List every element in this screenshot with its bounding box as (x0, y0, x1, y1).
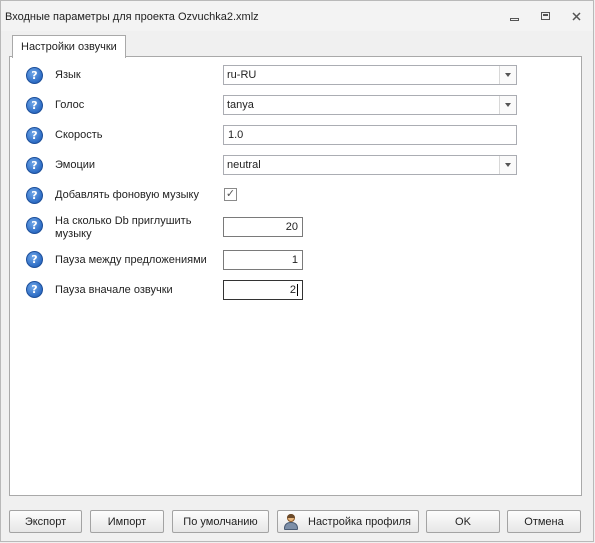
profile-settings-button[interactable]: Настройка профиля (277, 510, 419, 533)
mute-db-input[interactable]: 20 (223, 217, 303, 237)
mute-db-label: На сколько Db приглушить музыку (55, 215, 192, 240)
export-button[interactable]: Экспорт (9, 510, 82, 533)
emotions-value: neutral (227, 159, 261, 171)
maximize-button[interactable] (537, 9, 553, 23)
title-bar: Входные параметры для проекта Ozvuchka2.… (1, 1, 593, 31)
voice-label: Голос (55, 99, 85, 111)
minimize-button[interactable] (506, 9, 522, 23)
speed-value: 1.0 (228, 129, 244, 141)
row-speed: ? Скорость 1.0 (10, 125, 581, 147)
help-icon[interactable]: ? (26, 281, 43, 298)
mute-db-value: 20 (285, 221, 298, 233)
row-mute-db: ? На сколько Db приглушить музыку 20 (10, 215, 581, 243)
language-select[interactable]: ru-RU (223, 65, 517, 85)
voice-select[interactable]: tanya (223, 95, 517, 115)
row-pause-start: ? Пауза вначале озвучки 2 (10, 280, 581, 302)
emotions-select[interactable]: neutral (223, 155, 517, 175)
chevron-down-icon[interactable] (499, 96, 516, 114)
pause-start-label: Пауза вначале озвучки (55, 284, 173, 296)
profile-settings-label: Настройка профиля (308, 515, 411, 528)
row-bg-music: ? Добавлять фоновую музыку ✓ (10, 185, 581, 207)
import-button[interactable]: Импорт (90, 510, 164, 533)
speed-input[interactable]: 1.0 (223, 125, 517, 145)
help-icon[interactable]: ? (26, 97, 43, 114)
help-icon[interactable]: ? (26, 217, 43, 234)
help-icon[interactable]: ? (26, 157, 43, 174)
pause-start-input[interactable]: 2 (223, 280, 303, 300)
ok-label: OK (455, 515, 471, 528)
import-label: Импорт (107, 515, 147, 528)
minimize-icon (509, 18, 519, 21)
chevron-down-icon[interactable] (499, 66, 516, 84)
pause-start-value: 2 (289, 284, 298, 296)
row-language: ? Язык ru-RU (10, 65, 581, 87)
close-icon (571, 11, 581, 21)
language-label: Язык (55, 69, 81, 81)
tab-label: Настройки озвучки (21, 41, 117, 53)
help-icon[interactable]: ? (26, 67, 43, 84)
help-icon[interactable]: ? (26, 251, 43, 268)
close-button[interactable] (568, 9, 584, 23)
emotions-label: Эмоции (55, 159, 96, 171)
export-label: Экспорт (24, 515, 67, 528)
pause-sentences-value: 1 (291, 254, 298, 266)
pause-sentences-input[interactable]: 1 (223, 250, 303, 270)
user-icon (284, 513, 298, 530)
default-label: По умолчанию (183, 515, 258, 528)
help-icon[interactable]: ? (26, 187, 43, 204)
bg-music-label: Добавлять фоновую музыку (55, 189, 199, 201)
bg-music-checkbox[interactable]: ✓ (224, 188, 237, 201)
cancel-label: Отмена (524, 515, 564, 528)
voice-value: tanya (227, 99, 254, 111)
language-value: ru-RU (227, 69, 257, 81)
speed-label: Скорость (55, 129, 103, 141)
row-voice: ? Голос tanya (10, 95, 581, 117)
row-emotions: ? Эмоции neutral (10, 155, 581, 177)
cancel-button[interactable]: Отмена (507, 510, 581, 533)
ok-button[interactable]: OK (426, 510, 500, 533)
dialog-window: Входные параметры для проекта Ozvuchka2.… (0, 0, 594, 542)
tab-voice-settings[interactable]: Настройки озвучки (12, 35, 126, 58)
pause-sentences-label: Пауза между предложениями (55, 254, 207, 266)
window-title: Входные параметры для проекта Ozvuchka2.… (5, 11, 259, 23)
chevron-down-icon[interactable] (499, 156, 516, 174)
maximize-icon (540, 12, 550, 20)
default-button[interactable]: По умолчанию (172, 510, 269, 533)
help-icon[interactable]: ? (26, 127, 43, 144)
row-pause-sentences: ? Пауза между предложениями 1 (10, 250, 581, 272)
settings-panel: ? Язык ru-RU ? Голос tanya ? Скорость 1.… (9, 56, 582, 496)
